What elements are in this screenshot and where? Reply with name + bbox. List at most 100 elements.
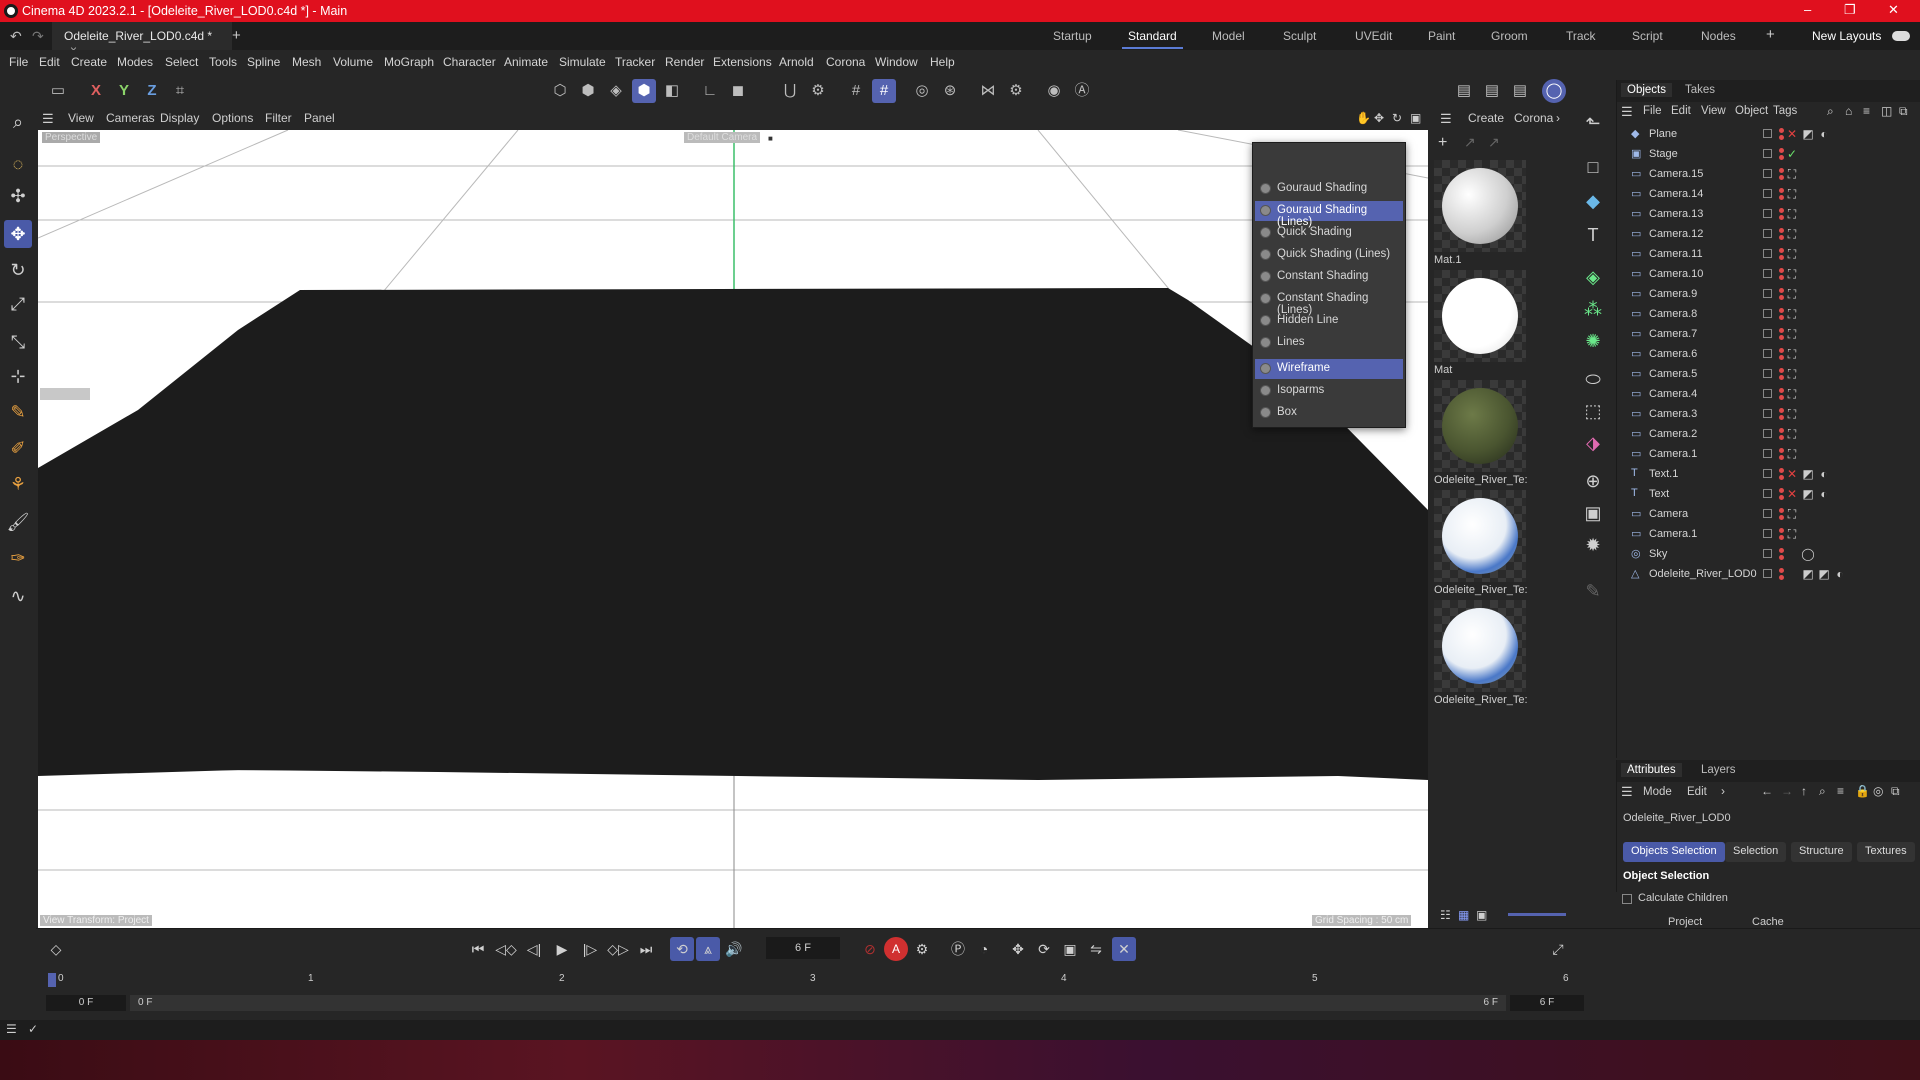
- timeline-graph-icon[interactable]: ⤢: [1546, 937, 1570, 961]
- object-tag-icon[interactable]: ⛶: [1785, 227, 1799, 241]
- back-arrow-icon[interactable]: ←: [1761, 784, 1773, 798]
- editor-visibility-dot[interactable]: [1779, 248, 1784, 253]
- previous-key-icon[interactable]: ◁◇: [494, 937, 518, 961]
- object-row[interactable]: ▭ Camera.9 ⛶: [1617, 284, 1920, 304]
- menu-corona[interactable]: Corona: [826, 55, 865, 69]
- layer-checkbox[interactable]: [1763, 269, 1772, 278]
- layer-checkbox[interactable]: [1763, 369, 1772, 378]
- previous-frame-icon[interactable]: ◁|: [522, 937, 546, 961]
- object-tag-icon[interactable]: ◩: [1801, 567, 1815, 581]
- axis-mode-icon[interactable]: ∟: [698, 79, 722, 103]
- layer-checkbox[interactable]: [1763, 349, 1772, 358]
- lock-x-axis-button[interactable]: X: [84, 79, 108, 103]
- effector-icon[interactable]: ✺: [1578, 326, 1608, 356]
- material-link-icon[interactable]: ↗: [1464, 134, 1476, 151]
- object-row[interactable]: ▭ Camera.1 ⛶: [1617, 524, 1920, 544]
- layer-checkbox[interactable]: [1763, 189, 1772, 198]
- up-arrow-icon[interactable]: ↑: [1801, 784, 1807, 798]
- editor-visibility-dot[interactable]: [1779, 348, 1784, 353]
- deformer-icon[interactable]: ⬭: [1578, 364, 1608, 394]
- attribute-more-icon[interactable]: ›: [1721, 784, 1725, 798]
- render-visibility-dot[interactable]: [1779, 375, 1784, 380]
- render-visibility-dot[interactable]: [1779, 455, 1784, 460]
- object-menu-file[interactable]: File: [1643, 105, 1662, 117]
- material-menu-corona[interactable]: Corona: [1514, 111, 1553, 125]
- disabled-tag-icon[interactable]: ✕: [1785, 487, 1799, 501]
- render-visibility-dot[interactable]: [1779, 575, 1784, 580]
- object-tag-icon[interactable]: ◐: [1817, 467, 1831, 481]
- shading-option-gouraud-lines[interactable]: Gouraud Shading (Lines): [1255, 201, 1403, 228]
- layout-toggle[interactable]: [1892, 31, 1910, 41]
- render-visibility-dot[interactable]: [1779, 415, 1784, 420]
- object-menu-tags[interactable]: Tags: [1773, 105, 1797, 117]
- layer-checkbox[interactable]: [1763, 529, 1772, 538]
- shading-option-hidden-line[interactable]: Hidden Line: [1255, 311, 1403, 331]
- grid-snap-icon[interactable]: #: [872, 79, 896, 103]
- object-tag-icon[interactable]: ⛶: [1785, 427, 1799, 441]
- grid-view-icon[interactable]: ▦: [1458, 908, 1469, 922]
- editor-visibility-dot[interactable]: [1779, 548, 1784, 553]
- render-visibility-dot[interactable]: [1779, 175, 1784, 180]
- tweak-mode-icon[interactable]: ◼: [726, 79, 750, 103]
- editor-visibility-dot[interactable]: [1779, 568, 1784, 573]
- layer-checkbox[interactable]: [1763, 149, 1772, 158]
- object-home-icon[interactable]: ⌂: [1845, 104, 1852, 118]
- layout-uvedit[interactable]: UVEdit: [1355, 29, 1392, 43]
- menu-spline[interactable]: Spline: [247, 55, 280, 69]
- menu-tracker[interactable]: Tracker: [615, 55, 655, 69]
- deformer-tool-icon[interactable]: ∿: [4, 582, 32, 610]
- disabled-tag-icon[interactable]: ✕: [1785, 127, 1799, 141]
- render-visibility-dot[interactable]: [1779, 315, 1784, 320]
- layer-checkbox[interactable]: [1763, 389, 1772, 398]
- minimize-button[interactable]: –: [1804, 2, 1811, 17]
- mograph-cloner-icon[interactable]: ⁂: [1578, 294, 1608, 324]
- editor-visibility-dot[interactable]: [1779, 148, 1784, 153]
- loop-icon[interactable]: ⟲: [670, 937, 694, 961]
- object-tag-icon[interactable]: ◩: [1801, 467, 1815, 481]
- layout-script[interactable]: Script: [1632, 29, 1663, 43]
- new-document-icon[interactable]: +: [232, 27, 241, 44]
- record-position-icon[interactable]: Ⓟ: [946, 937, 970, 961]
- playhead[interactable]: [48, 973, 56, 987]
- object-row[interactable]: ▭ Camera.5 ⛶: [1617, 364, 1920, 384]
- frame-ruler[interactable]: 0 1 2 3 4 5 6: [48, 973, 1608, 993]
- render-visibility-dot[interactable]: [1779, 535, 1784, 540]
- shading-option-gouraud[interactable]: Gouraud Shading: [1255, 179, 1403, 199]
- layer-checkbox[interactable]: [1763, 249, 1772, 258]
- layer-checkbox[interactable]: [1763, 409, 1772, 418]
- maximize-button[interactable]: ❐: [1844, 2, 1856, 18]
- layer-checkbox[interactable]: [1763, 309, 1772, 318]
- play-icon[interactable]: ▶: [550, 937, 574, 961]
- snap-settings-icon[interactable]: ⚙: [806, 79, 830, 103]
- shading-option-constant[interactable]: Constant Shading: [1255, 267, 1403, 287]
- shading-option-quick-lines[interactable]: Quick Shading (Lines): [1255, 245, 1403, 265]
- symmetry-icon[interactable]: ⊛: [938, 79, 962, 103]
- layout-standard[interactable]: Standard: [1122, 29, 1183, 49]
- shading-option-constant-lines[interactable]: Constant Shading (Lines): [1255, 289, 1403, 316]
- field-icon[interactable]: ⬚: [1578, 396, 1608, 426]
- sound-icon[interactable]: 🔊: [722, 937, 746, 961]
- viewport-menu-options[interactable]: Options: [212, 111, 253, 125]
- render-visibility-dot[interactable]: [1779, 135, 1784, 140]
- workplane-icon[interactable]: #: [844, 79, 868, 103]
- editor-visibility-dot[interactable]: [1779, 188, 1784, 193]
- editor-visibility-dot[interactable]: [1779, 268, 1784, 273]
- uv-mode-icon[interactable]: ◧: [660, 79, 684, 103]
- edges-mode-icon[interactable]: ⬢: [576, 79, 600, 103]
- material-swatch[interactable]: [1434, 490, 1526, 582]
- material-swatch[interactable]: [1434, 380, 1526, 472]
- spline-tools-icon[interactable]: ⚘: [4, 470, 32, 498]
- object-tag-icon[interactable]: ◩: [1817, 567, 1831, 581]
- interactive-render-icon[interactable]: ◯: [1542, 79, 1566, 103]
- object-tag-icon[interactable]: ◐: [1833, 567, 1847, 581]
- viewport-solo-icon[interactable]: ◉: [1042, 79, 1066, 103]
- layout-groom[interactable]: Groom: [1491, 29, 1528, 43]
- editor-visibility-dot[interactable]: [1779, 388, 1784, 393]
- rotate-view-icon[interactable]: ↻: [1392, 111, 1402, 125]
- object-tag-icon[interactable]: ⛶: [1785, 307, 1799, 321]
- object-tag-icon[interactable]: ⛶: [1785, 287, 1799, 301]
- object-tag-icon[interactable]: ⛶: [1785, 527, 1799, 541]
- render-visibility-dot[interactable]: [1779, 515, 1784, 520]
- menu-render[interactable]: Render: [665, 55, 704, 69]
- editor-visibility-dot[interactable]: [1779, 408, 1784, 413]
